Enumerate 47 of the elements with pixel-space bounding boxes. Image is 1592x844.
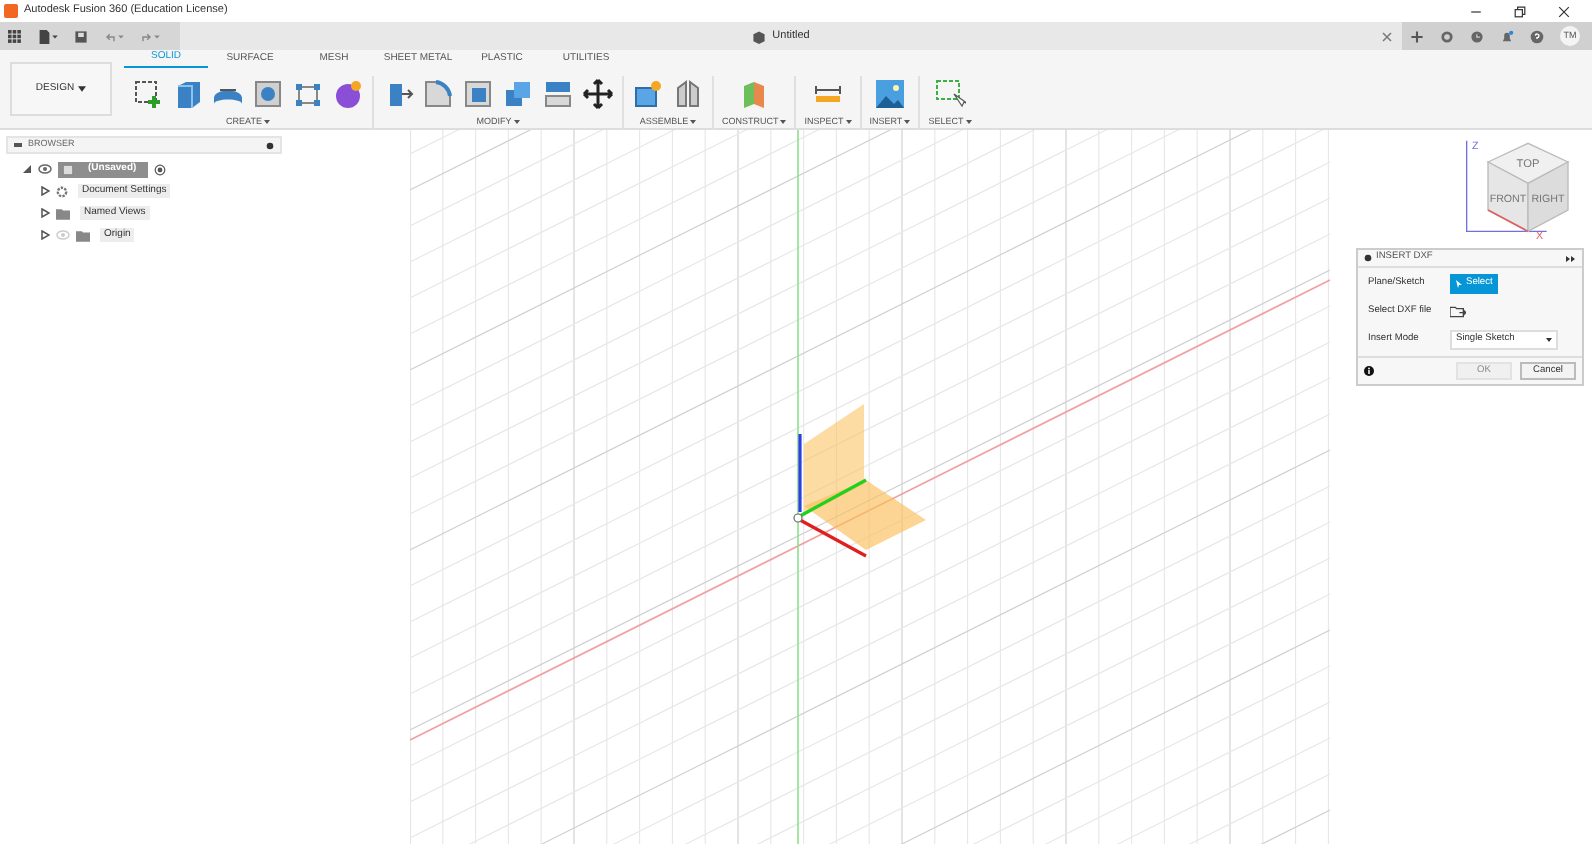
document-icon: [62, 163, 74, 175]
caret-icon: [513, 120, 520, 125]
expand-triangle-icon[interactable]: [40, 208, 50, 218]
combine-icon[interactable]: [502, 78, 534, 110]
cube-icon: [752, 29, 767, 43]
rectangular-pattern-icon[interactable]: [292, 78, 324, 110]
shell-icon[interactable]: [462, 78, 494, 110]
new-component-icon[interactable]: [632, 78, 664, 110]
expand-triangle-icon[interactable]: [40, 230, 50, 240]
move-icon[interactable]: [582, 78, 614, 110]
pointer-icon: [1456, 280, 1462, 288]
expand-triangle-icon[interactable]: [40, 186, 50, 196]
open-file-icon[interactable]: [1450, 306, 1466, 318]
restore-icon[interactable]: [1514, 5, 1526, 17]
eye-icon[interactable]: [38, 164, 52, 174]
caret-icon: [690, 120, 697, 125]
joint-icon[interactable]: [672, 78, 704, 110]
caret-icon: [965, 120, 972, 125]
grid-menu-icon[interactable]: [8, 29, 22, 43]
close-icon[interactable]: [1558, 5, 1570, 17]
caret-icon: [845, 120, 852, 125]
fillet-icon[interactable]: [422, 78, 454, 110]
plus-icon[interactable]: [1410, 29, 1424, 43]
radio-icon[interactable]: [154, 163, 167, 175]
collapse-panel-icon[interactable]: [14, 142, 22, 148]
help-icon[interactable]: [1530, 29, 1544, 43]
clock-icon[interactable]: [1470, 29, 1484, 43]
image-icon[interactable]: [873, 78, 906, 110]
expand-icon[interactable]: [1566, 255, 1576, 261]
info-icon[interactable]: [1364, 366, 1374, 376]
bell-icon[interactable]: [1500, 29, 1514, 43]
caret-icon: [1546, 338, 1552, 342]
file-icon[interactable]: [38, 29, 58, 43]
caret-icon: [263, 120, 270, 125]
selection-box-icon[interactable]: [933, 78, 966, 110]
box-icon[interactable]: [172, 78, 204, 110]
caret-icon: [904, 120, 911, 125]
offset-face-icon[interactable]: [542, 78, 574, 110]
caret-icon: [780, 120, 787, 125]
caret-icon: [78, 86, 87, 92]
app-logo-icon: [4, 4, 18, 18]
form-icon[interactable]: [332, 78, 364, 110]
save-icon[interactable]: [74, 29, 88, 43]
hole-icon[interactable]: [252, 78, 284, 110]
minimize-icon[interactable]: [1470, 5, 1482, 17]
sketch-icon[interactable]: [132, 78, 164, 110]
collapse-triangle-icon[interactable]: [22, 164, 32, 174]
